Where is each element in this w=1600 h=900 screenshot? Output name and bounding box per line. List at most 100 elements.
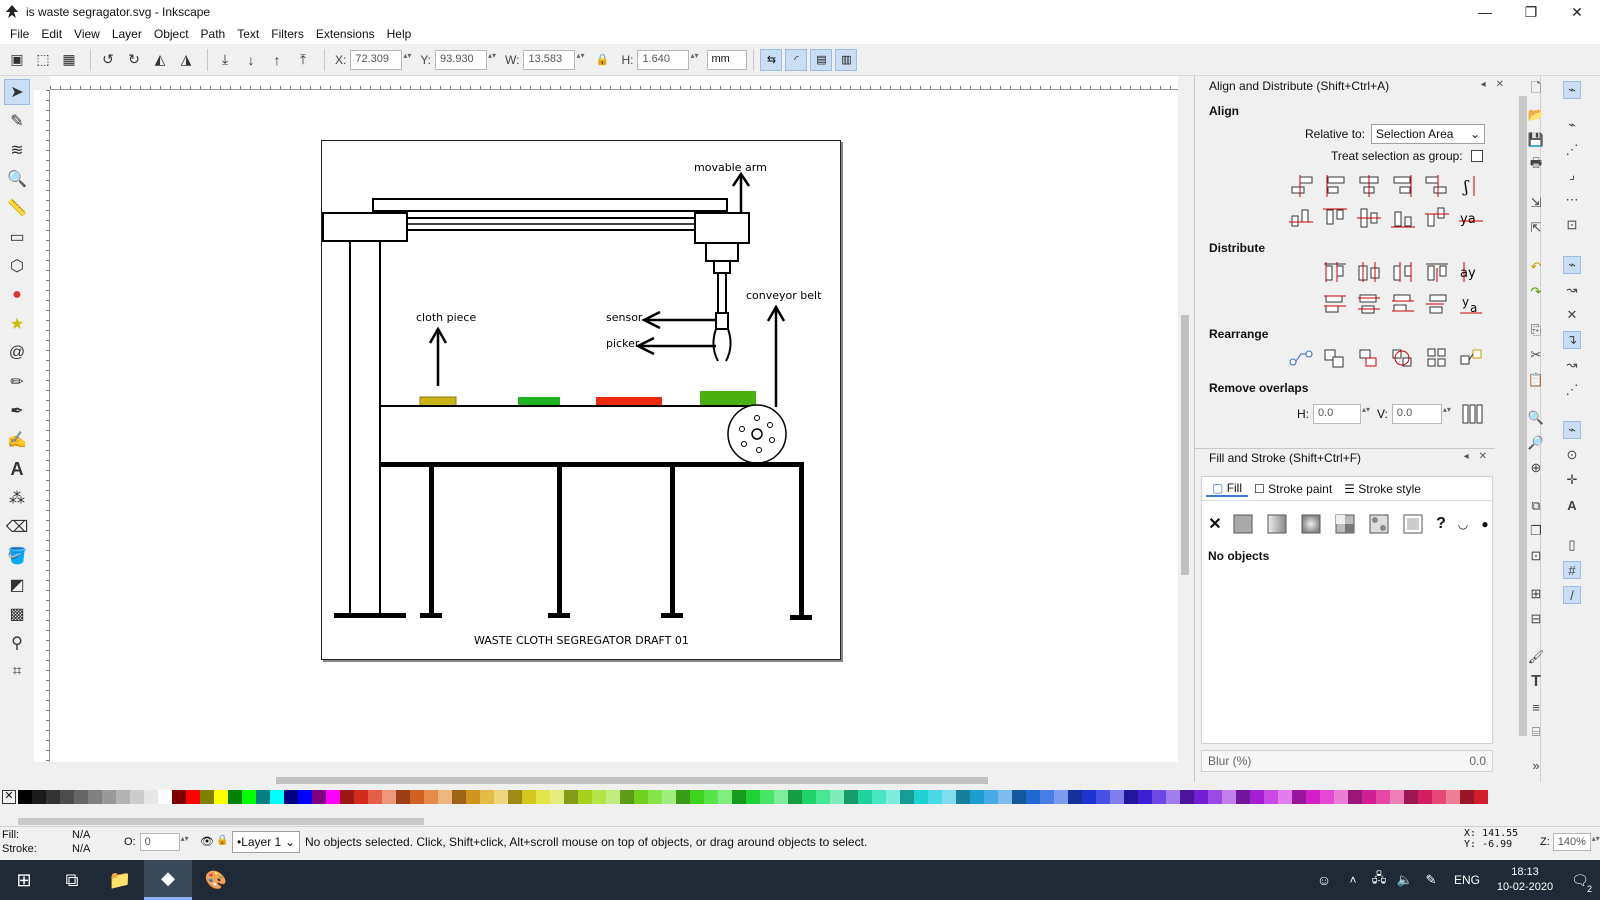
color-swatch[interactable] bbox=[284, 790, 298, 804]
flat-color-icon[interactable] bbox=[1230, 511, 1256, 537]
color-swatch[interactable] bbox=[774, 790, 788, 804]
export-icon[interactable]: ⇱ bbox=[1527, 219, 1545, 237]
align-center-icon[interactable] bbox=[1355, 173, 1383, 199]
color-swatch[interactable] bbox=[186, 790, 200, 804]
color-swatch[interactable] bbox=[592, 790, 606, 804]
mesh-tool-icon[interactable]: ▩ bbox=[4, 601, 30, 627]
linear-gradient-icon[interactable] bbox=[1264, 511, 1290, 537]
distribute-baseline-h-icon[interactable]: ay bbox=[1457, 259, 1485, 285]
color-swatch[interactable] bbox=[732, 790, 746, 804]
menu-path[interactable]: Path bbox=[195, 27, 232, 41]
clone-icon[interactable]: ❐ bbox=[1527, 522, 1545, 540]
start-icon[interactable]: ⊞ bbox=[0, 860, 48, 900]
lock-ratio-icon[interactable]: 🔒 bbox=[591, 49, 613, 71]
snap-toggle-icon[interactable]: ⌁ bbox=[1563, 81, 1581, 99]
color-swatch[interactable] bbox=[578, 790, 592, 804]
scale-stroke-icon[interactable]: ⇆ bbox=[760, 48, 783, 71]
select-all-icon[interactable]: ▣ bbox=[6, 49, 28, 71]
palette-swatches[interactable] bbox=[18, 790, 1488, 814]
maximize-button[interactable]: ❐ bbox=[1508, 0, 1554, 24]
color-swatch[interactable] bbox=[1110, 790, 1124, 804]
align-bottom-icon[interactable] bbox=[1389, 205, 1417, 231]
color-swatch[interactable] bbox=[872, 790, 886, 804]
select-all-layers-icon[interactable]: ⬚ bbox=[32, 49, 54, 71]
color-swatch[interactable] bbox=[1334, 790, 1348, 804]
color-swatch[interactable] bbox=[536, 790, 550, 804]
w-input[interactable]: 13.583 bbox=[523, 49, 584, 70]
text-tool-icon[interactable]: A bbox=[4, 456, 30, 482]
text-font-icon[interactable]: T bbox=[1527, 673, 1545, 691]
volume-icon[interactable]: 🔈 bbox=[1392, 860, 1418, 900]
color-swatch[interactable] bbox=[648, 790, 662, 804]
align-left-icon[interactable] bbox=[1321, 173, 1349, 199]
minimize-button[interactable]: — bbox=[1462, 0, 1508, 24]
layers-icon[interactable]: ≡ bbox=[1527, 698, 1545, 716]
color-swatch[interactable] bbox=[1012, 790, 1026, 804]
zoom-drawing-icon[interactable]: 🔎 bbox=[1527, 434, 1545, 452]
h-input[interactable]: 1.640 bbox=[637, 49, 698, 70]
paint-app-icon[interactable]: 🎨 bbox=[192, 860, 240, 900]
color-swatch[interactable] bbox=[690, 790, 704, 804]
close-panel-icon[interactable]: ✕ bbox=[1479, 451, 1487, 462]
menu-file[interactable]: File bbox=[4, 27, 35, 41]
duplicate-icon[interactable]: ⧉ bbox=[1527, 497, 1545, 515]
distribute-baseline-v-icon[interactable]: ya bbox=[1457, 291, 1485, 317]
color-swatch[interactable] bbox=[1194, 790, 1208, 804]
no-paint-icon[interactable]: ✕ bbox=[1208, 511, 1222, 537]
color-swatch[interactable] bbox=[102, 790, 116, 804]
color-swatch[interactable] bbox=[326, 790, 340, 804]
canvas-horizontal-scrollbar[interactable] bbox=[50, 774, 1178, 786]
color-swatch[interactable] bbox=[1068, 790, 1082, 804]
color-swatch[interactable] bbox=[1124, 790, 1138, 804]
color-swatch[interactable] bbox=[998, 790, 1012, 804]
people-icon[interactable]: ☺ bbox=[1308, 860, 1340, 900]
menu-filters[interactable]: Filters bbox=[265, 27, 310, 41]
box3d-tool-icon[interactable]: ⬡ bbox=[4, 253, 30, 279]
color-swatch[interactable] bbox=[60, 790, 74, 804]
color-swatch[interactable] bbox=[46, 790, 60, 804]
deselect-icon[interactable]: ▦ bbox=[58, 49, 80, 71]
color-swatch[interactable] bbox=[368, 790, 382, 804]
spiral-tool-icon[interactable]: @ bbox=[4, 340, 30, 366]
color-swatch[interactable] bbox=[466, 790, 480, 804]
align-baseline-icon[interactable]: ya bbox=[1457, 205, 1485, 231]
color-swatch[interactable] bbox=[382, 790, 396, 804]
tab-fill[interactable]: ▢ Fill bbox=[1206, 480, 1249, 497]
snap-others-icon[interactable]: ⌁ bbox=[1563, 421, 1581, 439]
zoom-selection-icon[interactable]: 🔍 bbox=[1527, 409, 1545, 427]
ellipse-tool-icon[interactable]: ● bbox=[4, 282, 30, 308]
iconify-icon[interactable]: ◂ bbox=[1464, 451, 1469, 462]
color-swatch[interactable] bbox=[1082, 790, 1096, 804]
exchange-clockwise-icon[interactable] bbox=[1389, 345, 1417, 371]
snap-midpoint-icon[interactable]: ⋰ bbox=[1563, 381, 1581, 399]
align-right-icon[interactable] bbox=[1389, 173, 1417, 199]
pattern-icon[interactable] bbox=[1366, 511, 1392, 537]
transform-gradients-icon[interactable]: ▤ bbox=[810, 48, 833, 71]
measure-tool-icon[interactable]: 📏 bbox=[4, 195, 30, 221]
new-document-icon[interactable]: 🗋 bbox=[1527, 80, 1545, 99]
distribute-right-edges-icon[interactable] bbox=[1389, 259, 1417, 285]
snap-smooth-icon[interactable]: ↝ bbox=[1563, 356, 1581, 374]
randomize-icon[interactable] bbox=[1457, 345, 1485, 371]
raise-icon[interactable]: ↑ bbox=[266, 49, 288, 71]
tab-stroke-paint[interactable]: ☐ Stroke paint bbox=[1248, 482, 1338, 496]
iconify-icon[interactable]: ◂ bbox=[1481, 79, 1486, 90]
snap-text-baseline-icon[interactable]: A bbox=[1563, 496, 1581, 514]
network-icon[interactable]: 🖧 bbox=[1366, 860, 1392, 900]
color-swatch[interactable] bbox=[606, 790, 620, 804]
task-view-icon[interactable]: ⧉ bbox=[48, 860, 96, 900]
align-right-to-left-icon[interactable] bbox=[1287, 173, 1315, 199]
snap-path-icon[interactable]: ↝ bbox=[1563, 281, 1581, 299]
exchange-positions-icon[interactable] bbox=[1321, 345, 1349, 371]
lower-icon[interactable]: ↓ bbox=[240, 49, 262, 71]
transform-patterns-icon[interactable]: ▥ bbox=[835, 48, 858, 71]
color-swatch[interactable] bbox=[1376, 790, 1390, 804]
snap-page-border-icon[interactable]: ▯ bbox=[1563, 536, 1581, 554]
color-swatch[interactable] bbox=[200, 790, 214, 804]
undo-icon[interactable]: ↶ bbox=[1527, 258, 1545, 276]
color-swatch[interactable] bbox=[242, 790, 256, 804]
snap-rotation-center-icon[interactable]: ✛ bbox=[1563, 471, 1581, 489]
y-input[interactable]: 93.930 bbox=[435, 49, 496, 70]
close-button[interactable]: ✕ bbox=[1554, 0, 1600, 24]
star-tool-icon[interactable]: ★ bbox=[4, 311, 30, 337]
